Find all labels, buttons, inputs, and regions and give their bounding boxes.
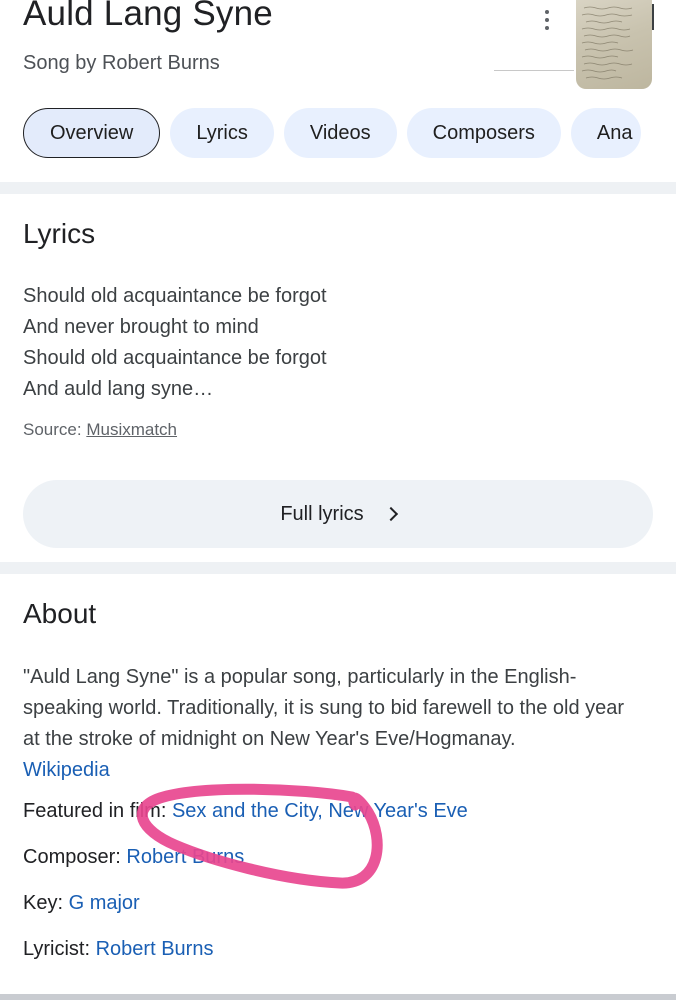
about-heading: About: [23, 598, 97, 629]
tab-videos[interactable]: Videos: [283, 108, 397, 158]
tab-lyrics[interactable]: Lyrics: [170, 108, 274, 158]
fact-label: Lyricist:: [23, 938, 91, 960]
lyric-line: And auld lang syne…: [23, 378, 214, 400]
chevron-right-icon: [383, 506, 398, 522]
lyrics-source: Source: Musixmatch: [23, 420, 177, 440]
tab-composers[interactable]: Composers: [406, 108, 561, 158]
bottom-edge: [0, 994, 676, 1000]
fact-composer: Composer: Robert Burns: [23, 846, 244, 869]
about-description: "Auld Lang Syne" is a popular song, part…: [23, 662, 645, 786]
wikipedia-link[interactable]: Wikipedia: [23, 759, 110, 781]
source-label: Source:: [23, 420, 82, 439]
fact-lyricist: Lyricist: Robert Burns: [23, 938, 213, 961]
page-subtitle: Song by Robert Burns: [23, 52, 220, 74]
fact-featured-in-film: Featured in film: Sex and the City, New …: [23, 800, 468, 823]
source-link[interactable]: Musixmatch: [86, 420, 177, 439]
tab-strip: Overview Lyrics Videos Composers Ana: [23, 108, 641, 158]
key-link[interactable]: G major: [69, 892, 140, 914]
section-divider: [0, 562, 676, 574]
lyric-line: Should old acquaintance be forgot: [23, 285, 327, 307]
manuscript-thumbnail[interactable]: [576, 0, 652, 89]
fact-label: Key:: [23, 892, 64, 914]
lyrics-excerpt: Should old acquaintance be forgot And ne…: [23, 281, 327, 405]
film-link-new-years-eve[interactable]: New Year's Eve: [328, 800, 467, 822]
film-separator: ,: [317, 800, 323, 822]
lyrics-card: Lyrics Should old acquaintance be forgot…: [0, 194, 676, 562]
section-divider: [0, 182, 676, 194]
more-vert-icon[interactable]: [536, 8, 558, 32]
tab-analysis[interactable]: Ana: [570, 108, 641, 158]
lyrics-heading: Lyrics: [23, 218, 96, 249]
lyric-line: Should old acquaintance be forgot: [23, 347, 327, 369]
search-result-page: Auld Lang Syne Song by Robert Burns Over…: [0, 0, 676, 1000]
fact-label: Composer:: [23, 846, 121, 868]
tab-overview[interactable]: Overview: [23, 108, 161, 158]
fact-label: Featured in film:: [23, 800, 167, 822]
lyricist-link[interactable]: Robert Burns: [96, 938, 214, 960]
film-link-sex-and-the-city[interactable]: Sex and the City: [172, 800, 317, 822]
composer-link[interactable]: Robert Burns: [126, 846, 244, 868]
full-lyrics-button[interactable]: Full lyrics: [23, 480, 653, 548]
about-card: About "Auld Lang Syne" is a popular song…: [0, 574, 676, 1000]
description-text: "Auld Lang Syne" is a popular song, part…: [23, 666, 625, 750]
knowledge-panel-header: Auld Lang Syne Song by Robert Burns Over…: [0, 0, 676, 182]
thumbnail-edge: [652, 4, 654, 30]
full-lyrics-label: Full lyrics: [280, 502, 364, 525]
fact-key: Key: G major: [23, 892, 140, 915]
lyric-line: And never brought to mind: [23, 316, 259, 338]
page-title: Auld Lang Syne: [23, 0, 273, 33]
thumbnail-divider: [494, 70, 574, 71]
